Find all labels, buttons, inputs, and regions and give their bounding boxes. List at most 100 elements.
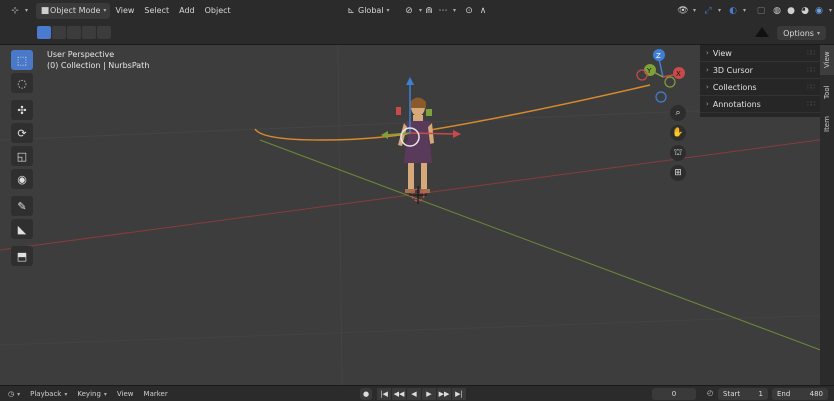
- shading-buttons[interactable]: ◍ ● ◕ ◉ ▾: [766, 3, 834, 19]
- editor-type-icon: ⊹: [11, 5, 19, 16]
- tab-tool[interactable]: Tool: [820, 77, 834, 107]
- panel-3d-cursor[interactable]: › 3D Cursor ∷∷: [700, 62, 820, 79]
- transform-orientation-dropdown[interactable]: ⊾ Global ▾: [340, 3, 394, 19]
- chevron-right-icon: ›: [706, 100, 709, 108]
- pivot-icon: ⊘: [405, 5, 413, 16]
- chevron-down-icon: ▾: [829, 7, 833, 14]
- options-label: Options: [783, 28, 814, 38]
- menu-timeline-view[interactable]: View: [112, 390, 139, 398]
- eye-icon: 👁: [677, 5, 689, 16]
- chevron-down-icon: ▾: [25, 7, 29, 14]
- timeline-header: ◷ ▾ Playback ▾ Keying ▾ View Marker ● |◀ ◀◀…: [0, 385, 834, 401]
- select-box-tool[interactable]: ⬚: [11, 50, 33, 70]
- select-mode-buttons[interactable]: [37, 26, 111, 39]
- chevron-right-icon: ›: [706, 49, 709, 57]
- 3d-viewport[interactable]: Z X Y User Perspective (0) Collection | …: [0, 45, 834, 385]
- svg-text:X: X: [676, 70, 681, 78]
- record-icon: ●: [362, 390, 370, 398]
- start-frame-field[interactable]: Start 1: [718, 388, 768, 400]
- select-subtract-icon[interactable]: [67, 26, 81, 39]
- scale-tool[interactable]: ◱: [11, 146, 33, 166]
- overlays-icon: ◐: [729, 5, 737, 16]
- drag-handle-icon[interactable]: ∷∷: [807, 66, 815, 74]
- current-frame-field[interactable]: 0: [652, 388, 696, 400]
- zoom-button[interactable]: ⌕: [670, 105, 686, 121]
- menu-view[interactable]: View: [110, 6, 139, 15]
- panel-view[interactable]: › View ∷∷: [700, 45, 820, 62]
- panel-annotations[interactable]: › Annotations ∷∷: [700, 96, 820, 113]
- material-shading-icon: ◕: [801, 5, 809, 16]
- add-cube-tool[interactable]: ⬒: [11, 246, 33, 266]
- orientation-icon: ⊾: [347, 5, 355, 16]
- chevron-down-icon: ▾: [718, 7, 722, 14]
- tool-shelf: ⬚ ◌ ✣ ⟳ ◱ ◉ ✎ ◣ ⬒: [11, 50, 35, 266]
- cursor-tool[interactable]: ◌: [11, 73, 33, 93]
- rotate-tool[interactable]: ⟳: [11, 123, 33, 143]
- magnifier-icon: ⌕: [675, 108, 681, 118]
- measure-tool[interactable]: ◣: [11, 219, 33, 239]
- drag-handle-icon[interactable]: ∷∷: [807, 100, 815, 108]
- tab-item[interactable]: Item: [820, 109, 834, 139]
- menu-playback[interactable]: Playback ▾: [25, 390, 72, 398]
- object-mode-icon: ■: [40, 5, 50, 16]
- drag-handle-icon[interactable]: ∷∷: [807, 49, 815, 57]
- cursor-arrow-icon: ⬚: [16, 53, 28, 67]
- menu-object[interactable]: Object: [200, 6, 236, 15]
- solid-shading-icon: ●: [787, 5, 795, 16]
- sidebar-tabs: View Tool Item: [820, 45, 834, 385]
- play-button[interactable]: ▶: [422, 388, 436, 400]
- proportional-edit-button[interactable]: ⊙ ∧: [458, 3, 494, 19]
- clock-icon: ◷: [8, 389, 15, 398]
- jump-keyframe-forward-button[interactable]: ▶▶: [437, 388, 451, 400]
- snap-target-icon: ⋯: [438, 5, 448, 16]
- snap-button[interactable]: ⋒ ⋯ ▾: [418, 3, 460, 19]
- overlays-toggle[interactable]: ◐ ▾: [722, 3, 750, 19]
- options-dropdown[interactable]: Options ▾: [755, 26, 826, 40]
- mode-dropdown[interactable]: ■ Object Mode ▾: [36, 2, 111, 19]
- nurbs-path-curve: [254, 84, 651, 141]
- stopwatch-icon[interactable]: ◴: [702, 389, 718, 397]
- transform-tool[interactable]: ◉: [11, 169, 33, 189]
- active-collection-label: (0) Collection | NurbsPath: [47, 61, 150, 70]
- chevron-down-icon: ▾: [64, 390, 68, 398]
- menu-keying[interactable]: Keying ▾: [72, 390, 112, 398]
- ruler-icon: ◣: [17, 222, 27, 236]
- tab-view[interactable]: View: [820, 45, 834, 75]
- pan-button[interactable]: ✋: [670, 125, 686, 141]
- menu-add[interactable]: Add: [174, 6, 200, 15]
- chevron-down-icon: ▾: [453, 7, 457, 14]
- jump-start-button[interactable]: |◀: [377, 388, 391, 400]
- jump-end-button[interactable]: ▶|: [452, 388, 466, 400]
- timeline-editor-type[interactable]: ◷ ▾: [0, 390, 25, 398]
- play-reverse-button[interactable]: ◀: [407, 388, 421, 400]
- end-frame-field[interactable]: End 480: [772, 388, 828, 400]
- move-tool[interactable]: ✣: [11, 100, 33, 120]
- tool-settings-bar: Options ▾: [0, 21, 834, 45]
- gizmo-toggle[interactable]: ⤢ ▾: [697, 3, 725, 19]
- move-icon: ✣: [17, 103, 27, 117]
- editor-type-button[interactable]: ⊹ ▾: [4, 3, 32, 19]
- select-intersect-icon[interactable]: [97, 26, 111, 39]
- end-value: 480: [809, 390, 823, 398]
- camera-view-button[interactable]: ⛫: [670, 145, 686, 161]
- menu-keying-label: Keying: [77, 389, 101, 398]
- proportional-edit-icon: ⊙: [465, 5, 473, 16]
- perspective-toggle-button[interactable]: ⊞: [670, 165, 686, 181]
- annotate-tool[interactable]: ✎: [11, 196, 33, 216]
- drag-handle-icon[interactable]: ∷∷: [807, 83, 815, 91]
- rotate-icon: ⟳: [17, 126, 27, 140]
- menu-marker[interactable]: Marker: [139, 390, 173, 398]
- select-new-icon[interactable]: [37, 26, 51, 39]
- panel-3d-cursor-label: 3D Cursor: [712, 65, 753, 75]
- menu-select[interactable]: Select: [139, 6, 174, 15]
- select-invert-icon[interactable]: [82, 26, 96, 39]
- sidebar-panel-list: › View ∷∷ › 3D Cursor ∷∷ › Collections ∷…: [700, 45, 820, 117]
- record-button[interactable]: ●: [360, 388, 372, 400]
- select-extend-icon[interactable]: [52, 26, 66, 39]
- view-perspective-label: User Perspective: [47, 50, 115, 59]
- panel-collections[interactable]: › Collections ∷∷: [700, 79, 820, 96]
- chevron-down-icon: ▾: [386, 7, 390, 14]
- scale-icon: ◱: [16, 149, 28, 163]
- jump-keyframe-back-button[interactable]: ◀◀: [392, 388, 406, 400]
- visibility-button[interactable]: 👁 ▾: [672, 3, 700, 19]
